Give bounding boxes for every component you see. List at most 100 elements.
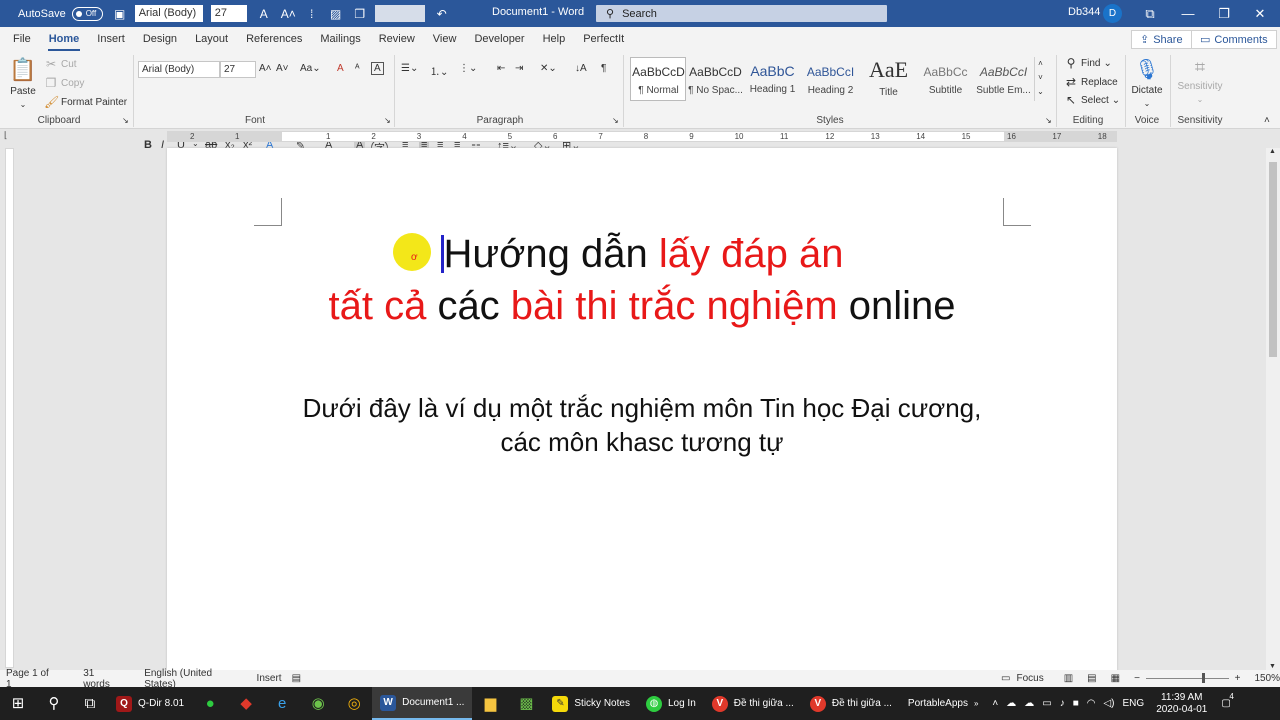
restore-icon[interactable]: ❐	[1206, 0, 1242, 27]
tray-overflow-icon[interactable]: ˄	[992, 698, 998, 709]
style-heading-1[interactable]: AaBbC Heading 1	[745, 57, 800, 99]
zoom-in-icon[interactable]: +	[1235, 673, 1241, 684]
task-view-icon[interactable]: ⧉	[72, 687, 108, 720]
scroll-up-icon[interactable]: ▲	[1269, 148, 1276, 155]
network-icon[interactable]: ▭	[1042, 698, 1051, 709]
taskbar-app-word[interactable]: W Document1 ...	[372, 687, 473, 720]
bold-icon[interactable]: B	[144, 139, 152, 151]
borders-icon[interactable]: ⁞	[305, 7, 319, 21]
share-button[interactable]: ⇪ Share	[1131, 30, 1192, 49]
vertical-scrollbar[interactable]: ▲ ▼	[1266, 148, 1280, 670]
decrease-indent-icon[interactable]: ⇤	[497, 63, 505, 74]
copy-format-icon[interactable]: ❐	[353, 7, 367, 21]
ribbon-display-icon[interactable]: ⧉	[1132, 0, 1168, 27]
file-explorer-icon[interactable]: ▆	[472, 687, 508, 720]
horizontal-ruler[interactable]	[167, 131, 1117, 142]
style-subtle-emphasis[interactable]: AaBbCcI Subtle Em...	[976, 57, 1031, 99]
tab-help[interactable]: Help	[534, 27, 575, 51]
dictate-button[interactable]: 🎙 Dictate ⌄	[1130, 57, 1164, 108]
app-icon[interactable]: ▩	[508, 687, 544, 720]
cloud-icon[interactable]: ☁	[1024, 698, 1034, 709]
taskbar-app-vivaldi-1[interactable]: V Đề thi giữa ...	[704, 687, 802, 720]
italic-icon[interactable]: I	[161, 139, 164, 151]
tab-design[interactable]: Design	[134, 27, 186, 51]
taskbar-app-qdir[interactable]: Q Q-Dir 8.01	[108, 687, 192, 720]
wifi-icon[interactable]: ◠	[1087, 698, 1096, 709]
asian-layout-icon[interactable]: ✕⌄	[540, 63, 557, 74]
style-subtitle[interactable]: AaBbCc Subtitle	[918, 57, 973, 99]
focus-label[interactable]: Focus	[1016, 673, 1043, 684]
autosave[interactable]: AutoSave Off	[18, 6, 103, 21]
dialog-launcher-icon[interactable]: ↘	[612, 116, 619, 125]
body-paragraph[interactable]: Dưới đây là ví dụ một trắc nghiệm môn Ti…	[167, 391, 1117, 459]
font-color-icon[interactable]: A	[257, 7, 271, 21]
clock[interactable]: 11:39 AM 2020-04-01	[1156, 692, 1207, 716]
tab-file[interactable]: File	[4, 27, 40, 51]
tab-home[interactable]: Home	[40, 27, 89, 51]
edge-icon[interactable]: e	[264, 687, 300, 720]
tab-mailings[interactable]: Mailings	[311, 27, 369, 51]
user-name[interactable]: Db344	[1068, 6, 1100, 18]
vertical-ruler[interactable]	[5, 148, 14, 668]
grow-font-icon[interactable]: A˄	[259, 63, 272, 74]
read-mode-icon[interactable]: ▥	[1064, 673, 1073, 684]
cloud-icon[interactable]: ☁	[1006, 698, 1016, 709]
font-name-dropdown[interactable]: Arial (Body)	[138, 61, 220, 78]
print-layout-icon[interactable]: ▤	[1087, 673, 1096, 684]
search-icon[interactable]: ⚲	[36, 687, 72, 720]
taskbar-portableapps[interactable]: PortableApps »	[900, 687, 987, 720]
microphone-icon[interactable]: ♪	[1060, 698, 1065, 709]
undo-icon[interactable]: ↶	[435, 7, 449, 21]
minimize-icon[interactable]: —	[1170, 0, 1206, 27]
volume-icon[interactable]: ◁)	[1103, 698, 1114, 709]
sort-icon[interactable]: ↓A	[575, 63, 587, 74]
find-button[interactable]: ⚲ Find ⌄	[1064, 56, 1112, 70]
zoom-out-icon[interactable]: −	[1134, 673, 1140, 684]
style-normal[interactable]: AaBbCcD ¶ Normal	[631, 57, 686, 99]
tab-view[interactable]: View	[424, 27, 466, 51]
scrollbar-thumb[interactable]	[1269, 162, 1277, 357]
zoom-slider-thumb[interactable]	[1201, 673, 1205, 683]
line-app-icon[interactable]: ●	[192, 687, 228, 720]
notification-icon[interactable]: ▢ 4	[1221, 692, 1233, 709]
tab-perfectit[interactable]: PerfectIt	[574, 27, 633, 51]
zoom-slider[interactable]	[1145, 673, 1229, 683]
clear-format-icon[interactable]: A	[337, 63, 344, 74]
insert-mode[interactable]: Insert	[257, 673, 282, 684]
save-icon[interactable]: ▣	[113, 7, 127, 21]
tab-insert[interactable]: Insert	[88, 27, 134, 51]
cut-button[interactable]: ✂ Cut	[44, 57, 77, 71]
dialog-launcher-icon[interactable]: ↘	[384, 116, 391, 125]
tab-review[interactable]: Review	[370, 27, 424, 51]
format-painter-button[interactable]: 🖌 Format Painter	[44, 95, 127, 109]
comments-button[interactable]: ▭ Comments	[1191, 30, 1277, 49]
close-icon[interactable]: ✕	[1242, 0, 1278, 27]
tab-selector-icon[interactable]: ⌊	[4, 130, 8, 141]
app-icon[interactable]: ◆	[228, 687, 264, 720]
sensitivity-button[interactable]: ⌗ Sensitivity ⌄	[1175, 57, 1225, 104]
style-no-spacing[interactable]: AaBbCcD ¶ No Spac...	[688, 57, 743, 99]
styles-gallery-scroll[interactable]: ˄ ˅ ⌄	[1034, 57, 1046, 101]
font-size-dropdown[interactable]: 27	[220, 61, 256, 78]
change-case-icon[interactable]: Aa⌄	[300, 63, 321, 74]
style-heading-2[interactable]: AaBbCcI Heading 2	[803, 57, 858, 99]
copy-button[interactable]: ❐ Copy	[44, 76, 85, 90]
style-title[interactable]: AaE Title	[861, 57, 916, 99]
picture-icon[interactable]: ▨	[329, 7, 343, 21]
macro-icon[interactable]: ▤	[292, 673, 301, 684]
chrome-icon[interactable]: ◎	[336, 687, 372, 720]
numbering-icon[interactable]: ⒈⌄	[430, 63, 448, 78]
zoom-level[interactable]: 150%	[1254, 673, 1280, 684]
grow-font-icon[interactable]: A˄	[281, 7, 296, 21]
tab-developer[interactable]: Developer	[465, 27, 533, 51]
qat-empty-box[interactable]	[374, 5, 425, 22]
bullets-icon[interactable]: ☰⌄	[401, 63, 418, 74]
dialog-launcher-icon[interactable]: ↘	[122, 116, 129, 125]
autosave-toggle[interactable]: Off	[71, 6, 103, 21]
increase-indent-icon[interactable]: ⇥	[515, 63, 523, 74]
tab-layout[interactable]: Layout	[186, 27, 237, 51]
pilcrow-icon[interactable]: ¶	[601, 63, 606, 74]
phonetic-guide-icon[interactable]: ᴬ	[355, 63, 360, 74]
character-border-icon[interactable]: A	[371, 62, 384, 75]
camera-icon[interactable]: ■	[1073, 698, 1079, 709]
